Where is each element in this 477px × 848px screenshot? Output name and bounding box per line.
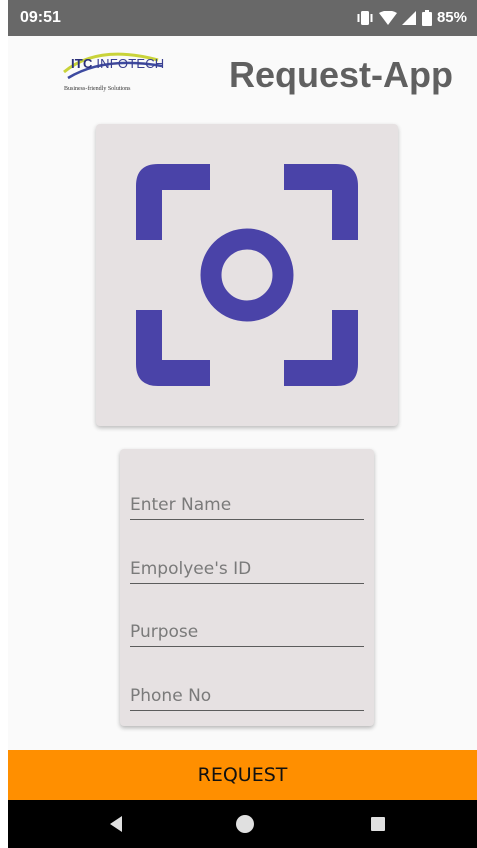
battery-icon — [421, 9, 432, 26]
recents-square-icon — [371, 817, 385, 831]
employee-id-field-wrapper — [130, 554, 364, 584]
company-logo: ITC INFOTECH Business-friendly Solutions — [58, 50, 168, 98]
back-triangle-icon — [110, 816, 122, 832]
request-form-card — [120, 449, 374, 726]
phone-field-wrapper — [130, 681, 364, 711]
home-button[interactable] — [233, 812, 257, 836]
home-circle-icon — [236, 815, 254, 833]
request-button[interactable]: REQUEST — [8, 750, 477, 800]
camera-focus-icon — [136, 164, 358, 386]
name-input[interactable] — [130, 490, 364, 519]
recents-button[interactable] — [366, 812, 390, 836]
wifi-icon — [378, 10, 397, 25]
logo-tagline: Business-friendly Solutions — [64, 86, 131, 92]
camera-capture-card[interactable] — [96, 124, 398, 426]
battery-percent: 85% — [436, 9, 467, 26]
phone-input[interactable] — [130, 681, 364, 710]
purpose-input[interactable] — [130, 617, 364, 646]
navigation-bar — [8, 800, 477, 848]
status-time: 09:51 — [20, 9, 61, 26]
vibrate-icon — [356, 10, 374, 26]
app-frame: 09:51 85% ITC INFOTECH Business-friendly… — [8, 0, 477, 848]
back-button[interactable] — [106, 812, 130, 836]
cell-signal-icon — [401, 10, 417, 25]
purpose-field-wrapper — [130, 617, 364, 647]
status-bar: 09:51 85% — [8, 0, 477, 36]
name-field-wrapper — [130, 490, 364, 520]
logo-text: ITC INFOTECH — [71, 56, 165, 71]
app-title: Request-App — [229, 54, 453, 95]
status-icons: 85% — [356, 9, 467, 26]
header: ITC INFOTECH Business-friendly Solutions… — [8, 36, 477, 110]
employee-id-input[interactable] — [130, 554, 364, 583]
